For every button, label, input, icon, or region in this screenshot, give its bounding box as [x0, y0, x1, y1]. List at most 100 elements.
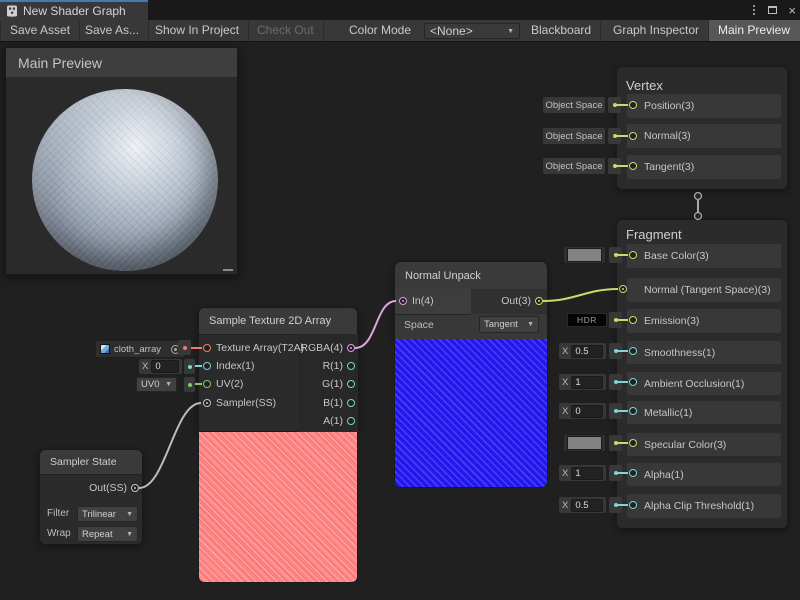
port-vertex-position[interactable] [629, 101, 637, 109]
vertex-row-position[interactable]: Position(3) [627, 94, 781, 118]
node-fragment-title: Fragment [626, 227, 682, 242]
wrap-dropdown[interactable]: Repeat ▼ [77, 526, 138, 542]
alpha-input[interactable]: X 1 [559, 465, 606, 481]
base-color-swatch[interactable] [563, 246, 606, 264]
save-as-button[interactable]: Save As... [76, 20, 149, 41]
maximize-icon[interactable] [768, 6, 777, 14]
fragment-row-alpha[interactable]: Alpha(1) [627, 463, 781, 486]
port-a-out[interactable] [347, 417, 355, 425]
port-samplerstate-out[interactable] [131, 484, 139, 492]
node-fragment[interactable]: Fragment Base Color(3) Normal (Tangent S… [616, 219, 788, 529]
value-field[interactable]: 0 [151, 360, 179, 373]
kebab-menu-icon[interactable] [751, 3, 757, 17]
row-label: Smoothness(1) [644, 347, 715, 359]
uv-value: UV0 [141, 379, 159, 390]
fragment-row-smoothness[interactable]: Smoothness(1) [627, 341, 781, 364]
color-mode-dropdown[interactable]: <None> ▼ [424, 23, 520, 39]
vertex-row-tangent[interactable]: Tangent(3) [627, 155, 781, 179]
port-unpack-out[interactable] [535, 297, 543, 305]
specular-color-swatch[interactable] [563, 434, 606, 452]
ambient-occlusion-input[interactable]: X 1 [559, 374, 606, 390]
fragment-row-normal[interactable]: Normal (Tangent Space)(3) [627, 278, 781, 302]
normal-unpack-out-label: Out(3) [501, 295, 531, 307]
value-field[interactable]: 1 [571, 467, 603, 480]
tab-title: New Shader Graph [23, 4, 126, 18]
port-r-out[interactable] [347, 362, 355, 370]
fragment-row-specular-color[interactable]: Specular Color(3) [627, 433, 781, 456]
node-vertex[interactable]: Vertex Position(3) Normal(3) Tangent(3) [616, 66, 788, 190]
port-frag-emission[interactable] [629, 316, 637, 324]
resize-grip[interactable] [223, 269, 233, 271]
main-preview-title: Main Preview [18, 55, 102, 71]
blackboard-toggle[interactable]: Blackboard [522, 20, 601, 41]
port-g-out[interactable] [347, 380, 355, 388]
output-label-r: R(1) [323, 360, 343, 372]
chevron-down-icon: ▼ [165, 381, 172, 388]
row-label: Alpha(1) [644, 469, 684, 481]
x-label: X [562, 346, 568, 357]
x-label: X [562, 406, 568, 417]
port-frag-ambient-occlusion[interactable] [629, 378, 637, 386]
save-asset-button[interactable]: Save Asset [0, 20, 80, 41]
normal-unpack-in-label: In(4) [412, 295, 434, 307]
smoothness-input[interactable]: X 0.5 [559, 343, 606, 359]
alpha-clip-threshold-input[interactable]: X 0.5 [559, 497, 606, 513]
metallic-input[interactable]: X 0 [559, 403, 606, 419]
value-field[interactable]: 0 [571, 405, 603, 418]
fragment-row-alpha-clip[interactable]: Alpha Clip Threshold(1) [627, 494, 781, 518]
main-preview-header[interactable]: Main Preview [6, 48, 237, 78]
normal-space-dropdown[interactable]: Object Space [543, 128, 605, 144]
index-input[interactable]: X 0 [139, 359, 182, 374]
fragment-row-emission[interactable]: Emission(3) [627, 309, 781, 333]
port-frag-normal[interactable] [619, 285, 627, 293]
graph-inspector-toggle[interactable]: Graph Inspector [604, 20, 709, 41]
node-title-bar[interactable]: Sampler State [40, 450, 142, 475]
unity-shader-graph-window: New Shader Graph × Save Asset Save As...… [0, 0, 800, 600]
port-frag-smoothness[interactable] [629, 347, 637, 355]
port-frag-alpha-clip[interactable] [629, 501, 637, 509]
port-frag-metallic[interactable] [629, 407, 637, 415]
wrap-value: Repeat [82, 529, 113, 540]
port-vertex-tangent[interactable] [629, 162, 637, 170]
fragment-row-base-color[interactable]: Base Color(3) [627, 244, 781, 268]
row-label: Ambient Occlusion(1) [644, 378, 744, 390]
position-space-dropdown[interactable]: Object Space [543, 97, 605, 113]
port-frag-specular-color[interactable] [629, 439, 637, 447]
main-preview-toggle[interactable]: Main Preview [709, 20, 800, 41]
connector-dot [609, 374, 622, 390]
port-frag-alpha[interactable] [629, 469, 637, 477]
input-label-index: Index(1) [216, 360, 255, 372]
port-index-in[interactable] [203, 362, 211, 370]
port-texture-array-in[interactable] [203, 344, 211, 352]
port-vertex-normal[interactable] [629, 132, 637, 140]
show-in-project-button[interactable]: Show In Project [146, 20, 249, 41]
filter-dropdown[interactable]: Trilinear ▼ [77, 506, 138, 522]
fragment-row-ambient-occlusion[interactable]: Ambient Occlusion(1) [627, 372, 781, 395]
port-b-out[interactable] [347, 399, 355, 407]
row-label: Tangent(3) [644, 161, 694, 173]
port-uv-in[interactable] [203, 380, 211, 388]
output-label-g: G(1) [322, 378, 343, 390]
port-rgba-out[interactable] [347, 344, 355, 352]
close-icon[interactable]: × [788, 4, 796, 17]
node-title-bar[interactable]: Normal Unpack [395, 262, 547, 290]
tab-new-shader-graph[interactable]: New Shader Graph [0, 0, 148, 20]
tangent-space-dropdown[interactable]: Object Space [543, 158, 605, 174]
port-frag-base-color[interactable] [629, 251, 637, 259]
vertex-row-normal[interactable]: Normal(3) [627, 124, 781, 148]
node-title-bar[interactable]: Sample Texture 2D Array [199, 308, 357, 335]
emission-hdr-color-field[interactable]: HDR [567, 313, 607, 327]
uv-channel-dropdown[interactable]: UV0 ▼ [136, 377, 177, 392]
fragment-row-metallic[interactable]: Metallic(1) [627, 401, 781, 424]
value-field[interactable]: 0.5 [571, 345, 603, 358]
port-sampler-in[interactable] [203, 399, 211, 407]
row-label: Emission(3) [644, 315, 699, 327]
space-dropdown[interactable]: Tangent ▼ [479, 316, 539, 333]
value-field[interactable]: 1 [571, 376, 603, 389]
port-unpack-in[interactable] [399, 297, 407, 305]
texture-array-object-field[interactable]: cloth_array [95, 340, 185, 358]
value-field[interactable]: 0.5 [571, 499, 603, 512]
x-label: X [562, 500, 568, 511]
input-label-texture-array: Texture Array(T2A) [216, 342, 304, 354]
shader-graph-asset-icon [6, 5, 18, 17]
